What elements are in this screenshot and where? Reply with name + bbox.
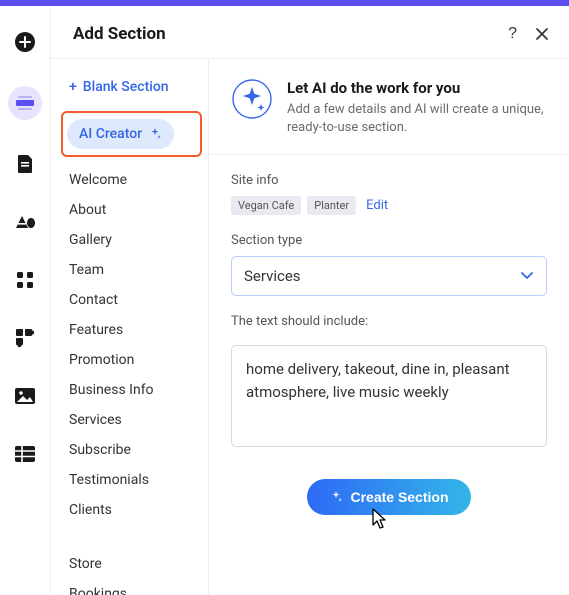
sidebar-item[interactable]: Contact [63, 285, 200, 315]
add-icon[interactable] [11, 28, 39, 56]
section-type-select[interactable]: Services [231, 256, 547, 296]
text-include-input[interactable] [231, 345, 547, 447]
panel-header-actions: ? [508, 26, 549, 42]
site-info-tags: Vegan Cafe Planter Edit [231, 196, 547, 215]
ai-creator-highlight: AI Creator [61, 111, 202, 157]
sidebar-item[interactable]: About [63, 195, 200, 225]
sidebar-item[interactable]: Store [63, 549, 200, 579]
site-info-block: Site info Vegan Cafe Planter Edit [209, 155, 569, 215]
chevron-down-icon [520, 267, 534, 285]
sidebar-item[interactable]: Testimonials [63, 465, 200, 495]
text-include-block: The text should include: [209, 296, 569, 451]
sparkle-icon [148, 127, 162, 141]
section-sidebar: + Blank Section AI Creator WelcomeAboutG… [51, 59, 209, 595]
ai-creator-button[interactable]: AI Creator [67, 119, 174, 149]
ai-creator-label: AI Creator [79, 126, 142, 142]
puzzle-icon[interactable] [11, 324, 39, 352]
sparkle-large-icon [231, 78, 273, 120]
cursor-icon [369, 507, 389, 531]
add-section-panel: Add Section ? + Blank Section AI Creator [50, 6, 569, 595]
site-info-tag: Vegan Cafe [231, 196, 301, 215]
sparkle-icon [329, 490, 343, 504]
page-icon[interactable] [11, 150, 39, 178]
section-type-label: Section type [231, 233, 547, 248]
table-icon[interactable] [11, 440, 39, 468]
edit-site-info-link[interactable]: Edit [366, 198, 388, 213]
close-button[interactable] [535, 27, 549, 41]
sidebar-item[interactable]: Bookings [63, 579, 200, 595]
create-section-label: Create Section [350, 489, 448, 505]
help-button[interactable]: ? [508, 26, 517, 42]
text-include-label: The text should include: [231, 314, 547, 329]
blank-section-label: Blank Section [83, 79, 169, 95]
sidebar-item[interactable]: Services [63, 405, 200, 435]
sidebar-item[interactable]: Team [63, 255, 200, 285]
close-icon [535, 27, 549, 41]
sidebar-item[interactable]: Welcome [63, 165, 200, 195]
left-rail [0, 6, 50, 595]
panel-title: Add Section [73, 24, 166, 44]
sidebar-item[interactable]: Gallery [63, 225, 200, 255]
sidebar-item[interactable]: Promotion [63, 345, 200, 375]
site-info-label: Site info [231, 173, 547, 188]
sidebar-item[interactable]: Subscribe [63, 435, 200, 465]
sidebar-item[interactable]: Clients [63, 495, 200, 525]
sections-icon[interactable] [8, 86, 42, 120]
cta-row: Create Section [209, 479, 569, 515]
ai-hero-icon [231, 79, 273, 119]
main-layout: Add Section ? + Blank Section AI Creator [0, 6, 569, 595]
content-area: Let AI do the work for you Add a few det… [209, 59, 569, 595]
theme-icon[interactable] [11, 208, 39, 236]
section-list-extra: StoreBookings [63, 549, 200, 595]
blank-section-button[interactable]: + Blank Section [63, 73, 200, 111]
section-list: WelcomeAboutGalleryTeamContactFeaturesPr… [63, 165, 200, 525]
panel-header: Add Section ? [51, 6, 569, 59]
sidebar-item[interactable]: Business Info [63, 375, 200, 405]
ai-hero-title: Let AI do the work for you [287, 79, 547, 97]
apps-icon[interactable] [11, 266, 39, 294]
plus-icon: + [69, 79, 77, 95]
image-icon[interactable] [11, 382, 39, 410]
create-section-button[interactable]: Create Section [307, 479, 470, 515]
sidebar-item[interactable]: Features [63, 315, 200, 345]
section-type-block: Section type Services [209, 215, 569, 296]
site-info-tag: Planter [307, 196, 356, 215]
ai-hero-subtitle: Add a few details and AI will create a u… [287, 101, 547, 136]
panel-body: + Blank Section AI Creator WelcomeAboutG… [51, 59, 569, 595]
ai-hero-text: Let AI do the work for you Add a few det… [287, 79, 547, 136]
ai-hero: Let AI do the work for you Add a few det… [209, 59, 569, 155]
section-type-value: Services [244, 267, 301, 285]
